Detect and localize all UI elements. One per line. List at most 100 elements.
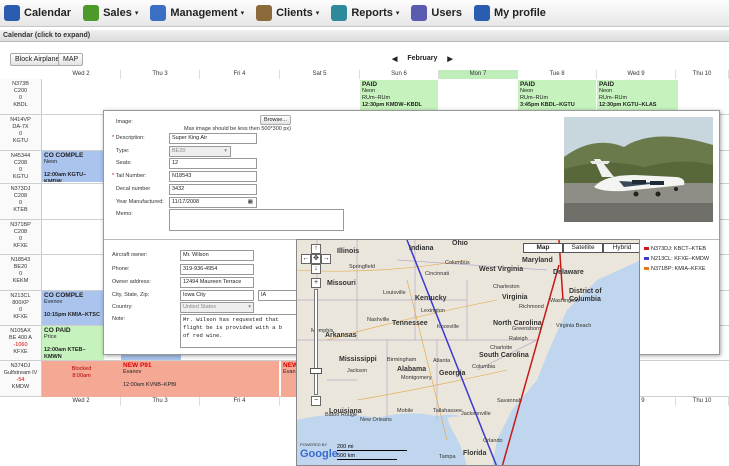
- aircraft-label[interactable]: N213CL 800XP 0 KFXE: [0, 291, 42, 325]
- nav-clients[interactable]: Clients ▾: [256, 5, 319, 21]
- map-button[interactable]: MAP: [58, 53, 84, 66]
- aircraft-label[interactable]: N105AX BE 400 A -1060 KFXE: [0, 326, 42, 360]
- aircraft-label[interactable]: N18543 BE20 0 KEKM: [0, 255, 42, 290]
- nav-label: Management: [170, 7, 238, 19]
- pan-left-icon[interactable]: ←: [301, 254, 311, 264]
- note-line: flight be is provided with a b: [183, 324, 283, 331]
- event-paid[interactable]: CO PAID Price 12:00am KTEB–KMWN: [42, 326, 104, 360]
- next-month-icon[interactable]: ▶: [447, 55, 452, 63]
- event-route: RUm–RUm: [362, 95, 391, 101]
- state-label: Virginia: [502, 294, 528, 301]
- city-label: Virginia Beach: [556, 323, 592, 329]
- aircraft-base: KFXE: [13, 243, 28, 249]
- event-client: Price: [44, 334, 57, 340]
- city-label: Knoxville: [437, 324, 460, 330]
- event-complete-1[interactable]: CO COMPLE Neon 12:00am KGTU–KMDW: [42, 151, 104, 182]
- event-blocked[interactable]: Blocked 8:00am: [42, 361, 121, 397]
- event-time: 12:00am KVNB–KPBI: [123, 382, 177, 388]
- zoom-in-icon[interactable]: +: [311, 278, 321, 288]
- calendar-picker-icon[interactable]: ▦: [248, 199, 253, 205]
- aircraft-label[interactable]: N373DJ C208 0 KTEB: [0, 184, 42, 219]
- city-label: Birmingham: [387, 357, 417, 363]
- event-complete-2[interactable]: CO COMPLE Evenov 10:15pm KMIA–KTSC: [42, 291, 104, 325]
- city-field[interactable]: Iowa City: [180, 290, 254, 301]
- state-label: West Virginia: [479, 266, 524, 273]
- decal-number-field[interactable]: 3432: [169, 184, 257, 195]
- event-time: 12:00am KTEB–KMWN: [44, 347, 86, 360]
- day-header: Thu 10: [676, 397, 729, 406]
- pan-right-icon[interactable]: →: [321, 254, 331, 264]
- map-type-satellite-button[interactable]: Satellite: [563, 243, 603, 253]
- legend-label: N373DJ: KBCT–KTEB: [651, 246, 707, 252]
- nav-label: Users: [431, 7, 462, 19]
- event-new-p91[interactable]: NEW P91 Evanov 12:00am KVNB–KPBI: [121, 361, 279, 397]
- aircraft-tail: N374DJ: [10, 363, 31, 369]
- map-canvas[interactable]: [297, 240, 640, 466]
- nav-calendar[interactable]: Calendar: [4, 5, 71, 21]
- route-map[interactable]: Illinois Indiana Ohio Maryland Delaware …: [296, 239, 640, 466]
- city-label: Raleigh: [509, 336, 528, 342]
- event-new-partial[interactable]: NEW Evan: [281, 361, 297, 397]
- required-marker: *: [112, 173, 115, 179]
- aircraft-label[interactable]: N371BP C208 0 KFXE: [0, 220, 42, 254]
- aircraft-label[interactable]: N414VP DA-7X 0 KGTU: [0, 115, 42, 150]
- pan-down-icon[interactable]: ↓: [311, 264, 321, 274]
- nav-label: Calendar: [24, 7, 72, 19]
- aircraft-tail: N45344: [10, 153, 31, 159]
- legend-label: N371BP: KMIA–KFXE: [651, 266, 706, 272]
- memo-field[interactable]: [169, 209, 344, 231]
- aircraft-label[interactable]: N373B C200 0 KBDL: [0, 79, 42, 114]
- zoom-out-icon[interactable]: −: [311, 396, 321, 406]
- tail-number-label: Tail Number:: [115, 173, 147, 179]
- prev-month-icon[interactable]: ◀: [392, 55, 397, 63]
- event-title: NEW: [283, 362, 297, 369]
- event-title: PAID: [520, 81, 536, 88]
- memo-label: Memo:: [116, 211, 133, 217]
- map-type-hybrid-button[interactable]: Hybrid: [603, 243, 639, 253]
- event-wed9[interactable]: PAID Neon RUm–RUm 12:30pm KGTU–KLAS: [597, 80, 678, 110]
- state-field[interactable]: IA: [258, 290, 298, 301]
- country-label: Country:: [112, 304, 133, 310]
- pan-center-icon[interactable]: ✥: [311, 254, 321, 264]
- event-tue8[interactable]: PAID Neon RUm–RUm 3:45pm KBDL–KGTU: [518, 80, 596, 110]
- description-field[interactable]: Super King Air: [169, 133, 257, 144]
- map-type-map-button[interactable]: Map: [523, 243, 563, 253]
- phone-field[interactable]: 319-936-4954: [180, 264, 254, 275]
- calendar-toggle-bar[interactable]: Calendar (click to expand): [0, 30, 729, 42]
- note-field[interactable]: Mr. Wilson has requested that flight be …: [180, 314, 298, 348]
- browse-button[interactable]: Browse...: [260, 115, 291, 125]
- legend-label: N213CL: KFXE–KMDW: [651, 256, 710, 262]
- block-airplane-button[interactable]: Block Airplane: [10, 53, 65, 66]
- aircraft-model: BE20: [13, 264, 28, 270]
- chevron-down-icon: ▾: [134, 10, 139, 17]
- year-manufactured-field[interactable]: 11/17/2008 ▦: [169, 197, 257, 208]
- aircraft-base: KTEB: [13, 207, 28, 213]
- pan-up-icon[interactable]: ↑: [311, 244, 321, 254]
- zoom-slider-track[interactable]: [314, 289, 318, 395]
- aircraft-label[interactable]: N374DJ Gulfstream IV -54 KMDW: [0, 361, 42, 396]
- day-header: Mon 7: [439, 70, 518, 79]
- owner-field[interactable]: Mr. Wilson: [180, 250, 254, 261]
- aircraft-label[interactable]: N45344 C208 0 KGTU: [0, 151, 42, 183]
- nav-label: Sales: [103, 7, 132, 19]
- nav-sales[interactable]: Sales ▾: [83, 5, 138, 21]
- aircraft-num: 0: [18, 95, 23, 101]
- country-select[interactable]: United States ▾: [180, 302, 254, 313]
- nav-reports[interactable]: Reports ▾: [331, 5, 399, 21]
- nav-my-profile[interactable]: My profile: [473, 5, 546, 21]
- day-header: Thu 3: [121, 70, 200, 79]
- nav-users[interactable]: Users: [411, 5, 462, 21]
- month-label: February: [407, 55, 438, 62]
- city-state-zip-label: City, State, Zip:: [112, 292, 150, 298]
- type-select[interactable]: BE20 ▾: [169, 146, 231, 157]
- event-sun6[interactable]: PAID Neon RUm–RUm 12:30pm KMDW–KBDL: [360, 80, 438, 110]
- event-time: 12:30pm KGTU–KLAS: [599, 102, 657, 108]
- aircraft-model: C200: [13, 88, 28, 94]
- zoom-slider-handle[interactable]: [310, 368, 322, 374]
- nav-management[interactable]: Management ▾: [150, 5, 244, 21]
- owner-address-field[interactable]: 12494 Maureen Terrace: [180, 277, 254, 288]
- aircraft-tail: N371BP: [10, 222, 31, 228]
- state-label: Delaware: [553, 269, 584, 276]
- seats-field[interactable]: 12: [169, 158, 257, 169]
- tail-number-field[interactable]: N18543: [169, 171, 257, 182]
